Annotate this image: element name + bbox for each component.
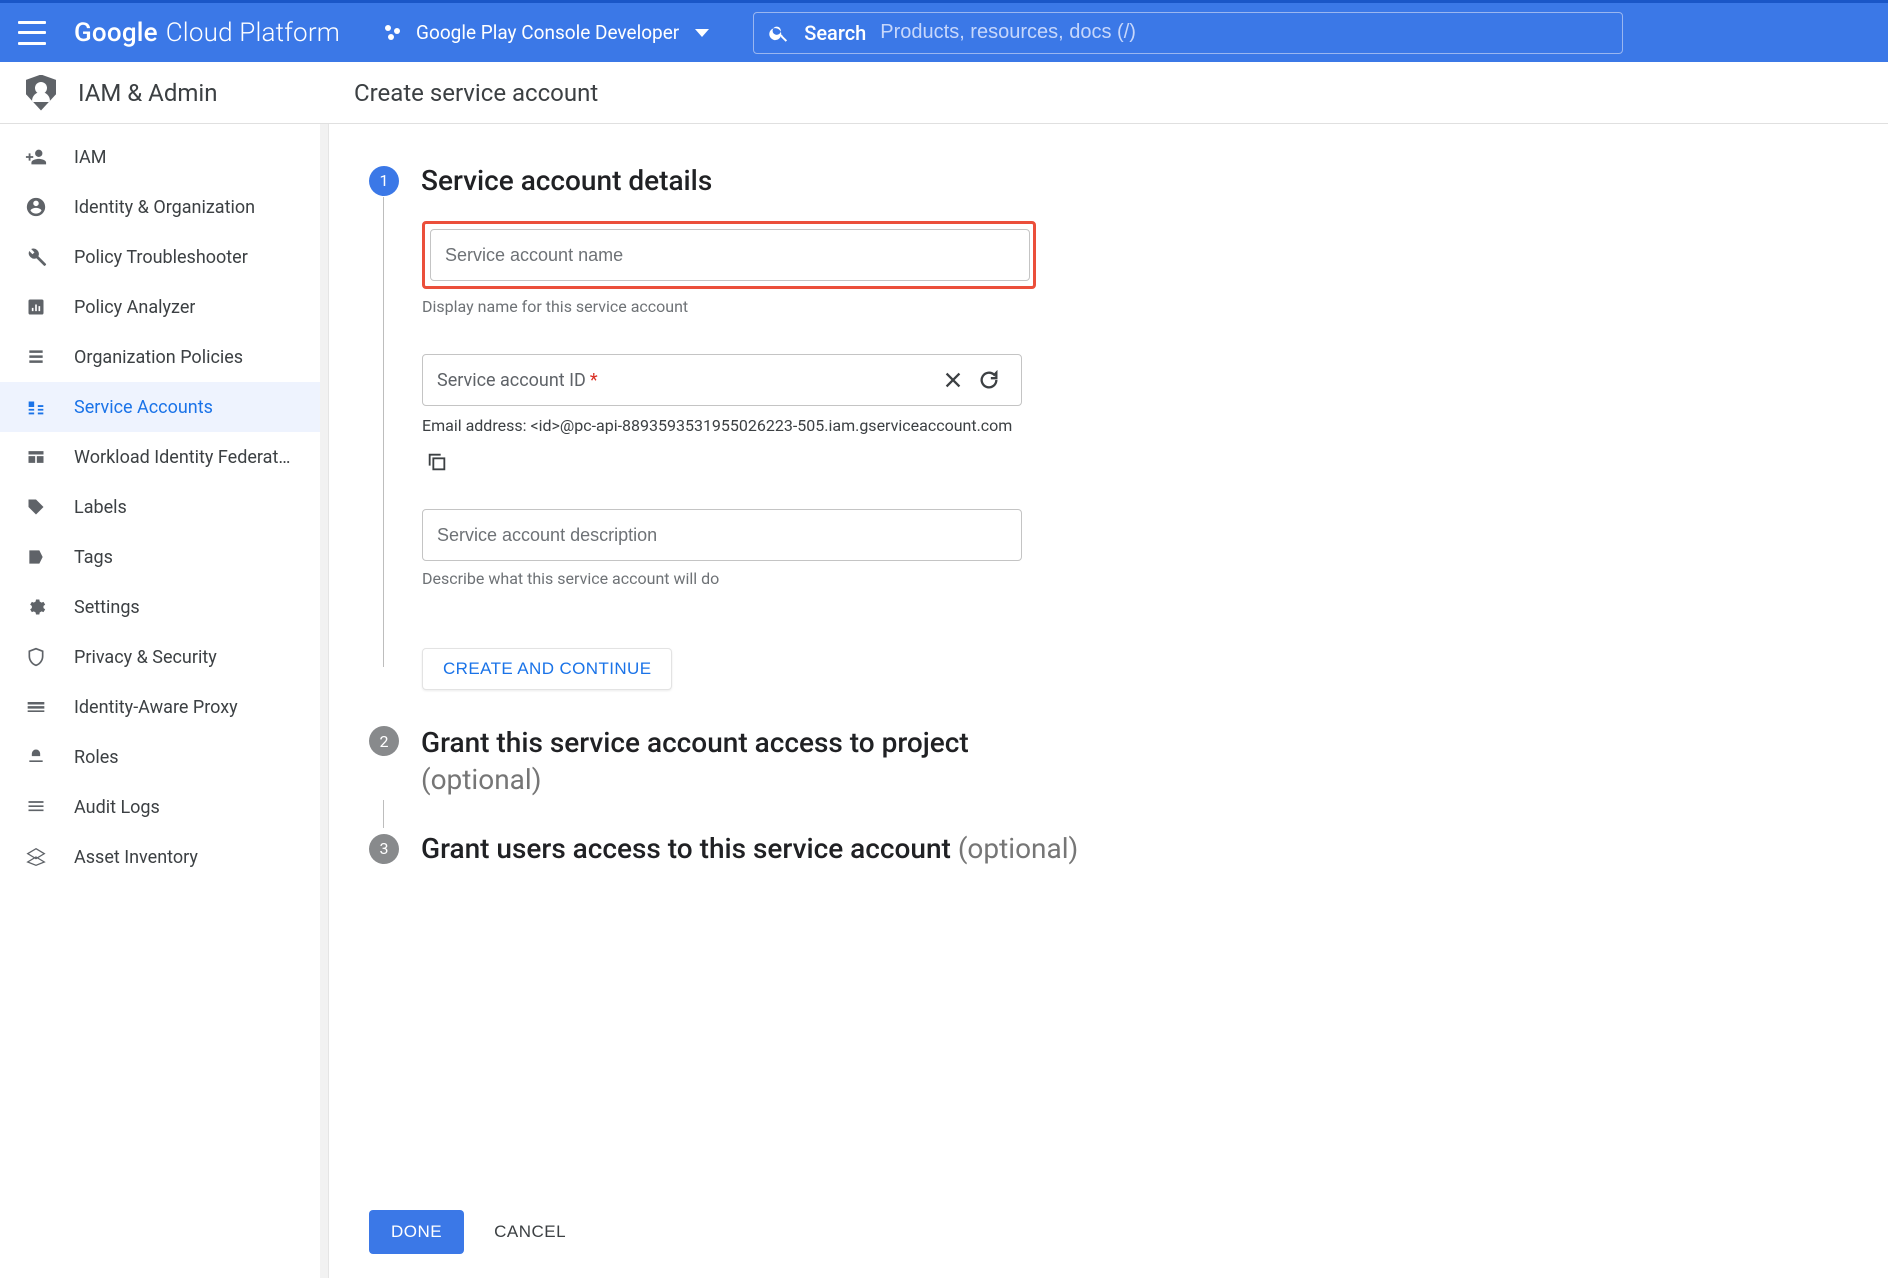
nav-label: Tags — [74, 547, 113, 568]
nav-item-audit-logs[interactable]: Audit Logs — [0, 782, 320, 832]
nav-item-labels[interactable]: Labels — [0, 482, 320, 532]
nav-item-tags[interactable]: Tags — [0, 532, 320, 582]
name-helper-text: Display name for this service account — [422, 297, 1036, 316]
nav-item-roles[interactable]: Roles — [0, 732, 320, 782]
shield-outline-icon — [24, 645, 48, 669]
service-account-desc-input[interactable] — [437, 525, 1007, 546]
bookmark-icon — [24, 545, 48, 569]
done-button[interactable]: DONE — [369, 1210, 464, 1254]
left-nav: IAM Identity & Organization Policy Troub… — [0, 124, 320, 1278]
main-content: 1 Service account details Display name f… — [329, 124, 1888, 1278]
brand-cloud-platform: Cloud Platform — [166, 18, 340, 48]
menu-icon[interactable] — [18, 21, 46, 45]
nav-label: Audit Logs — [74, 797, 160, 818]
nav-item-policy-analyzer[interactable]: Policy Analyzer — [0, 282, 320, 332]
service-account-desc-field[interactable] — [422, 509, 1022, 561]
analytics-icon — [24, 295, 48, 319]
step-1-badge: 1 — [369, 166, 399, 196]
step-2-badge: 2 — [369, 726, 399, 756]
refresh-icon[interactable] — [971, 362, 1007, 398]
nav-label: Labels — [74, 497, 127, 518]
brand-logo[interactable]: Google Cloud Platform — [74, 18, 340, 48]
service-account-name-field[interactable] — [430, 229, 1030, 281]
service-account-id-field[interactable]: Service account ID * — [422, 354, 1022, 406]
page-title: Create service account — [320, 79, 598, 107]
nav-item-iam[interactable]: IAM — [0, 132, 320, 182]
step-connector — [383, 197, 384, 667]
step-1-title: Service account details — [421, 164, 712, 197]
email-address-line: Email address: <id>@pc-api-8893593531955… — [422, 416, 1036, 435]
top-app-bar: Google Cloud Platform Google Play Consol… — [0, 0, 1888, 62]
nav-item-iap[interactable]: Identity-Aware Proxy — [0, 682, 320, 732]
nav-label: IAM — [74, 147, 107, 168]
list-icon — [24, 345, 48, 369]
step-2-optional: (optional) — [421, 763, 541, 796]
create-and-continue-button[interactable]: CREATE AND CONTINUE — [422, 648, 672, 690]
iam-shield-icon — [26, 75, 56, 111]
nav-item-org-policies[interactable]: Organization Policies — [0, 332, 320, 382]
nav-item-settings[interactable]: Settings — [0, 582, 320, 632]
person-add-icon — [24, 145, 48, 169]
nav-label: Policy Analyzer — [74, 297, 195, 318]
resize-gutter[interactable] — [320, 124, 329, 1278]
nav-label: Policy Troubleshooter — [74, 247, 248, 268]
clear-icon[interactable] — [935, 362, 971, 398]
nav-label: Identity-Aware Proxy — [74, 697, 238, 718]
iap-icon — [24, 695, 48, 719]
account-circle-icon — [24, 195, 48, 219]
id-placeholder-label: Service account ID — [437, 370, 586, 391]
gear-icon — [24, 595, 48, 619]
chevron-down-icon — [695, 29, 709, 37]
service-account-name-input[interactable] — [445, 245, 1015, 266]
copy-icon[interactable] — [426, 451, 454, 479]
nav-label: Identity & Organization — [74, 197, 255, 218]
desc-helper-text: Describe what this service account will … — [422, 569, 1036, 588]
step-3-title: Grant users access to this service accou… — [421, 832, 958, 865]
step-connector — [383, 800, 384, 828]
step-3-header[interactable]: 3 Grant users access to this service acc… — [369, 832, 1848, 865]
nav-label: Roles — [74, 747, 119, 768]
step-1-header: 1 Service account details — [369, 164, 1848, 197]
section-header: IAM & Admin Create service account — [0, 62, 1888, 124]
section-title: IAM & Admin — [78, 79, 218, 107]
nav-label: Settings — [74, 597, 140, 618]
name-field-highlight — [422, 221, 1036, 289]
search-label: Search — [804, 21, 866, 45]
form-actions: DONE CANCEL — [369, 1210, 566, 1254]
nav-item-wif[interactable]: Workload Identity Federati... — [0, 432, 320, 482]
nav-label: Privacy & Security — [74, 647, 217, 668]
search-icon — [768, 22, 790, 44]
project-picker[interactable]: Google Play Console Developer — [374, 15, 717, 50]
roles-icon — [24, 745, 48, 769]
nav-label: Organization Policies — [74, 347, 243, 368]
search-input[interactable] — [880, 21, 1608, 44]
project-name: Google Play Console Developer — [416, 21, 679, 44]
step-2-title: Grant this service account access to pro… — [421, 726, 969, 759]
nav-label: Service Accounts — [74, 397, 213, 418]
nav-item-asset-inventory[interactable]: Asset Inventory — [0, 832, 320, 882]
brand-google: Google — [74, 18, 158, 48]
step-3-badge: 3 — [369, 834, 399, 864]
project-icon — [382, 22, 404, 44]
layers-icon — [24, 845, 48, 869]
nav-item-policy-troubleshooter[interactable]: Policy Troubleshooter — [0, 232, 320, 282]
nav-item-service-accounts[interactable]: Service Accounts — [0, 382, 320, 432]
cancel-button[interactable]: CANCEL — [494, 1222, 566, 1242]
nav-label: Asset Inventory — [74, 847, 198, 868]
global-search[interactable]: Search — [753, 12, 1623, 54]
tag-icon — [24, 495, 48, 519]
service-account-icon — [24, 395, 48, 419]
nav-label: Workload Identity Federati... — [74, 447, 294, 468]
required-mark: * — [590, 370, 598, 391]
step-3-optional: (optional) — [958, 832, 1078, 865]
logs-icon — [24, 795, 48, 819]
federation-icon — [24, 445, 48, 469]
step-2-header[interactable]: 2 Grant this service account access to p… — [369, 726, 1848, 796]
nav-item-privacy-security[interactable]: Privacy & Security — [0, 632, 320, 682]
wrench-icon — [24, 245, 48, 269]
nav-item-identity-org[interactable]: Identity & Organization — [0, 182, 320, 232]
